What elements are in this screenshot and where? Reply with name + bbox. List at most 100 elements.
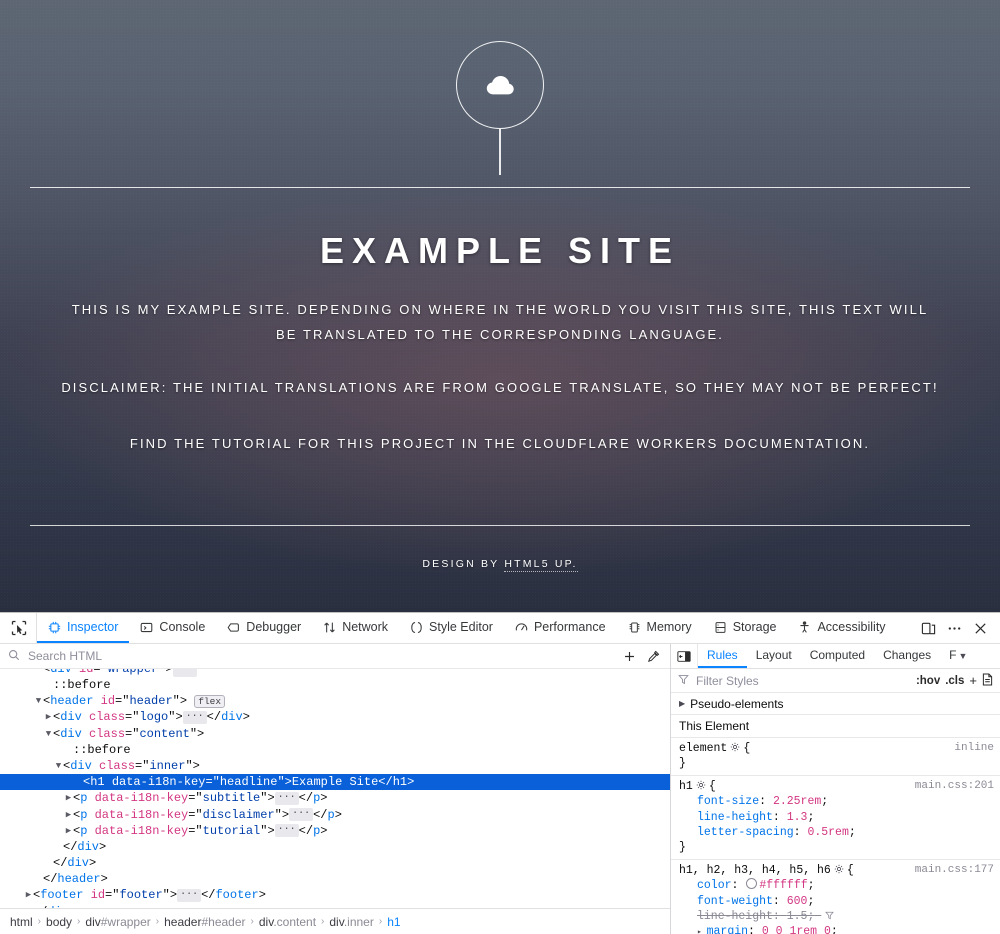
rules-tab-rules[interactable]: Rules	[698, 644, 747, 668]
markup-node[interactable]: </div>	[0, 839, 670, 855]
markup-node[interactable]: ▼<div class="inner">	[0, 758, 670, 774]
filter-styles-input[interactable]	[694, 673, 911, 689]
markup-node[interactable]: </div>	[0, 855, 670, 871]
css-declaration[interactable]: ▸ margin: 0 0 1rem 0;	[679, 924, 1000, 934]
css-value[interactable]: #ffffff	[759, 879, 807, 892]
breadcrumb-item-body[interactable]: body	[46, 915, 72, 929]
css-value[interactable]: 2.25rem	[773, 795, 821, 808]
rule-gear-icon[interactable]	[727, 742, 743, 755]
picker-icon[interactable]	[8, 617, 30, 639]
css-value[interactable]: 1.3	[787, 811, 808, 824]
classes-button[interactable]: .cls	[945, 675, 964, 687]
overridden-filter-icon[interactable]	[814, 910, 834, 923]
rule-source-link[interactable]: main.css:177	[915, 863, 994, 878]
breadcrumb-item-div[interactable]: div#wrapper	[85, 915, 150, 929]
collapsed-children-icon[interactable]: ···	[177, 889, 201, 902]
markup-node[interactable]: ▶<p data-i18n-key="tutorial">···</p>	[0, 823, 670, 839]
css-declaration[interactable]: letter-spacing: 0.5rem;	[679, 825, 1000, 840]
breadcrumb-item-html[interactable]: html	[10, 915, 33, 929]
css-value[interactable]: 1.5	[787, 910, 808, 923]
css-declaration[interactable]: line-height: 1.3;	[679, 810, 1000, 825]
markup-node[interactable]: ▶<footer id="footer">···</footer>	[0, 887, 670, 903]
twisty-open-icon[interactable]: ▼	[54, 758, 63, 774]
css-declaration[interactable]: font-size: 2.25rem;	[679, 794, 1000, 809]
print-styles-icon[interactable]	[982, 673, 993, 689]
markup-node[interactable]: ▼<header id="header"> flex	[0, 693, 670, 709]
collapsed-children-icon[interactable]: ···	[183, 711, 207, 724]
css-property[interactable]: margin	[707, 925, 748, 934]
add-rule-button[interactable]: +	[969, 673, 977, 688]
rules-tab-changes[interactable]: Changes	[874, 644, 940, 668]
rules-tab-f[interactable]: F	[940, 644, 958, 668]
twisty-closed-icon[interactable]: ▶	[64, 790, 73, 806]
markup-node[interactable]: ▼<div class="content">	[0, 726, 670, 742]
toggle-sidebar-icon[interactable]	[671, 644, 698, 668]
tab-memory[interactable]: Memory	[617, 613, 703, 643]
css-declaration[interactable]: line-height: 1.5;	[679, 909, 1000, 924]
eyedropper-icon[interactable]	[644, 647, 662, 665]
collapsed-children-icon[interactable]: ···	[275, 824, 299, 837]
pseudo-elements-row[interactable]: ▶ Pseudo-elements	[671, 693, 1000, 715]
markup-tree[interactable]: <div id="wrapper">···::before▼<header id…	[0, 669, 670, 908]
tab-network[interactable]: Network	[312, 613, 399, 643]
breadcrumb-item-header[interactable]: header#header	[164, 915, 245, 929]
tab-performance[interactable]: Performance	[504, 613, 617, 643]
css-property[interactable]: font-size	[697, 795, 759, 808]
css-property[interactable]: color	[697, 879, 732, 892]
markup-node[interactable]: ▶<div class="logo">···</div>	[0, 709, 670, 725]
chevron-down-icon[interactable]: ▼	[958, 644, 973, 668]
css-property[interactable]: line-height	[697, 811, 773, 824]
css-declaration[interactable]: font-weight: 600;	[679, 894, 1000, 909]
collapsed-children-icon[interactable]: ···	[275, 792, 299, 805]
rules-tab-layout[interactable]: Layout	[747, 644, 801, 668]
breadcrumb-item-div[interactable]: div.content	[259, 915, 316, 929]
twisty-open-icon[interactable]: ▼	[44, 726, 53, 742]
search-input[interactable]	[26, 648, 614, 664]
markup-node[interactable]: ▶<p data-i18n-key="disclaimer">···</p>	[0, 807, 670, 823]
rule-selector[interactable]: h1, h2, h3, h4, h5, h6	[679, 864, 831, 877]
breadcrumb-item-div[interactable]: div.inner	[329, 915, 373, 929]
responsive-design-mode-icon[interactable]	[916, 616, 940, 640]
collapsed-children-icon[interactable]: ···	[173, 669, 197, 677]
rules-tab-computed[interactable]: Computed	[801, 644, 874, 668]
markup-node-selected[interactable]: <h1 data-i18n-key="headline">Example Sit…	[0, 774, 670, 790]
add-node-icon[interactable]	[620, 647, 638, 665]
breadcrumb-item-h1[interactable]: h1	[387, 915, 400, 929]
markup-node[interactable]: ▶<p data-i18n-key="subtitle">···</p>	[0, 790, 670, 806]
flex-badge[interactable]: flex	[194, 695, 225, 708]
tab-debugger[interactable]: Debugger	[216, 613, 312, 643]
collapsed-children-icon[interactable]: ···	[289, 808, 313, 821]
close-icon[interactable]	[968, 616, 992, 640]
rule-selector[interactable]: h1	[679, 780, 693, 793]
css-value[interactable]: 600	[787, 895, 808, 908]
twisty-open-icon[interactable]: ▼	[34, 693, 43, 709]
rule-source-link[interactable]: main.css:201	[915, 779, 994, 794]
css-declaration[interactable]: color: #ffffff;	[679, 878, 1000, 893]
markup-node[interactable]: </header>	[0, 871, 670, 887]
markup-node[interactable]: ::before	[0, 742, 670, 758]
tab-style-editor[interactable]: Style Editor	[399, 613, 504, 643]
markup-node[interactable]: ::before	[0, 677, 670, 693]
twisty-closed-icon[interactable]: ▶	[64, 807, 73, 823]
meatball-menu-icon[interactable]	[942, 616, 966, 640]
tab-accessibility[interactable]: Accessibility	[787, 613, 896, 643]
tab-storage[interactable]: Storage	[703, 613, 788, 643]
rule-gear-icon[interactable]	[831, 864, 847, 877]
expand-triangle-icon[interactable]: ▸	[697, 928, 707, 934]
css-property[interactable]: letter-spacing	[697, 826, 794, 839]
css-value[interactable]: 0.5rem	[807, 826, 848, 839]
footer-link-html5up[interactable]: HTML5 UP.	[504, 558, 577, 572]
rule-source-link[interactable]: inline	[954, 741, 994, 756]
css-property[interactable]: font-weight	[697, 895, 773, 908]
twisty-closed-icon[interactable]: ▶	[24, 887, 33, 903]
rule-gear-icon[interactable]	[693, 780, 709, 793]
rule-selector[interactable]: element	[679, 742, 727, 755]
twisty-closed-icon[interactable]: ▶	[64, 823, 73, 839]
hover-states-button[interactable]: :hov	[916, 675, 940, 687]
twisty-closed-icon[interactable]: ▶	[44, 709, 53, 725]
tab-inspector[interactable]: Inspector	[37, 613, 129, 643]
markup-node[interactable]: <div id="wrapper">···	[0, 669, 670, 677]
tab-console[interactable]: Console	[129, 613, 216, 643]
css-value[interactable]: 0 0 1rem 0	[762, 925, 831, 934]
color-swatch[interactable]	[746, 878, 757, 889]
